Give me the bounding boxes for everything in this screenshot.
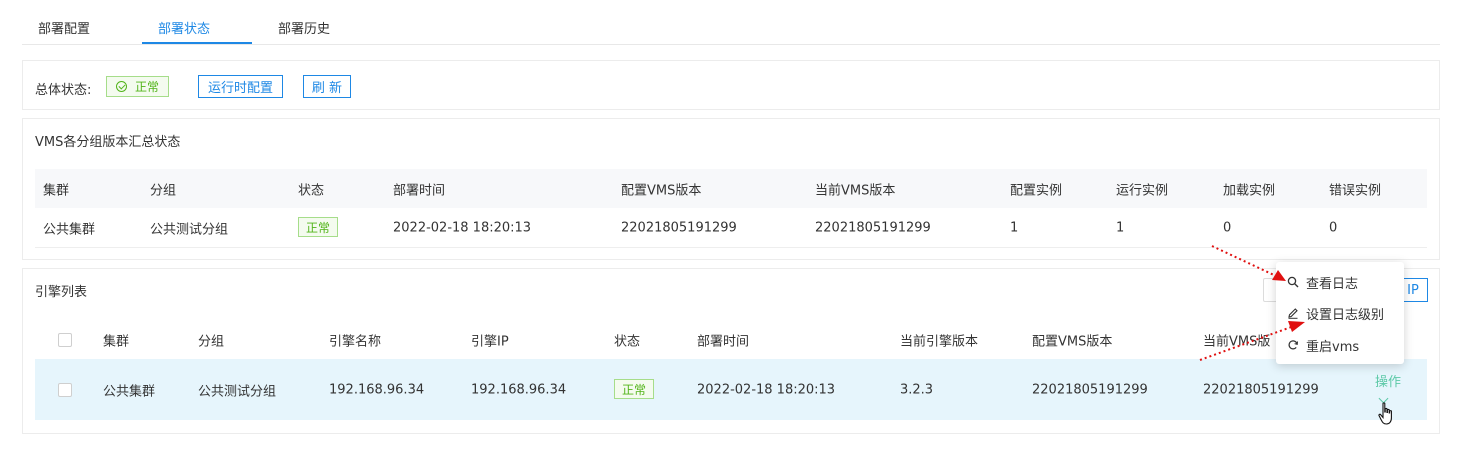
config-vms-cell: 22021805191299 — [1032, 382, 1148, 397]
hand-cursor-icon — [1378, 402, 1392, 425]
vms-summary-panel: VMS各分组版本汇总状态 集群 分组 状态 部署时间 配置VMS版本 当前VMS… — [22, 118, 1440, 260]
group-cell: 公共测试分组 — [150, 222, 229, 237]
table-row: 公共集群 公共测试分组 正常 2022-02-18 18:20:13 22021… — [35, 208, 1427, 248]
menu-item-restart-vms[interactable]: 重启vms — [1276, 329, 1404, 361]
deploy-time-cell: 2022-02-18 18:20:13 — [393, 220, 532, 235]
loaded-instances-cell: 0 — [1223, 220, 1232, 235]
engine-name-cell: 192.168.96.34 — [329, 382, 425, 397]
status-text: 正常 — [621, 382, 646, 397]
engine-ip-cell: 192.168.96.34 — [471, 382, 567, 397]
group-cell: 公共测试分组 — [198, 384, 277, 399]
status-text: 正常 — [305, 220, 330, 235]
header-cell: 状态 — [298, 183, 325, 198]
tab-deploy-config[interactable]: 部署配置 — [38, 18, 90, 37]
refresh-icon — [1286, 339, 1300, 351]
header-cell: 加载实例 — [1223, 183, 1276, 198]
row-checkbox[interactable] — [58, 382, 72, 397]
cluster-cell: 公共集群 — [43, 222, 96, 237]
engine-version-cell: 3.2.3 — [900, 382, 934, 397]
overall-status-label: 总体状态: — [35, 83, 92, 98]
header-cell: 集群 — [43, 183, 70, 198]
refresh-button[interactable]: 刷 新 — [303, 75, 351, 98]
overall-status-badge: 正常 — [106, 76, 169, 97]
tab-bar: 部署配置 部署状态 部署历史 — [22, 0, 1440, 45]
menu-item-label: 重启vms — [1306, 339, 1360, 355]
header-cell: 状态 — [614, 334, 641, 350]
menu-item-label: 查看日志 — [1306, 276, 1359, 292]
header-cell: 当前VMS版本 — [815, 183, 896, 198]
engine-list-title: 引擎列表 — [35, 285, 88, 300]
summary-title: VMS各分组版本汇总状态 — [35, 135, 181, 150]
menu-item-label: 设置日志级别 — [1306, 307, 1385, 323]
header-cell: 配置VMS版本 — [1032, 334, 1113, 350]
header-cell: 错误实例 — [1329, 183, 1382, 198]
table-row[interactable]: 公共集群 公共测试分组 192.168.96.34 192.168.96.34 … — [35, 359, 1427, 420]
menu-item-set-log-level[interactable]: 设置日志级别 — [1276, 297, 1404, 329]
error-instances-cell: 0 — [1329, 220, 1338, 235]
header-cell: 当前VMS版 — [1203, 334, 1271, 350]
deploy-time-cell: 2022-02-18 18:20:13 — [697, 382, 836, 397]
header-cell: 引擎名称 — [329, 334, 382, 350]
select-all-checkbox[interactable] — [58, 333, 72, 347]
summary-table-header: 集群 分组 状态 部署时间 配置VMS版本 当前VMS版本 配置实例 运行实例 … — [35, 169, 1427, 208]
engine-list-panel: 引擎列表 IP 集群 分组 引擎名称 引擎IP 状态 部署时间 当前引擎版本 配… — [22, 268, 1440, 434]
overall-status-panel: 总体状态: 正常 运行时配置 刷 新 — [22, 60, 1440, 110]
header-cell: 配置VMS版本 — [621, 183, 702, 198]
header-cell: 部署时间 — [393, 183, 446, 198]
cluster-cell: 公共集群 — [103, 384, 156, 399]
overall-status-text: 正常 — [134, 80, 159, 94]
search-icon — [1286, 276, 1300, 288]
header-cell: 当前引擎版本 — [900, 334, 979, 350]
check-circle-icon — [115, 81, 127, 92]
tab-deploy-status[interactable]: 部署状态 — [158, 18, 210, 37]
config-vms-cell: 22021805191299 — [621, 220, 737, 235]
header-cell: 配置实例 — [1010, 183, 1063, 198]
header-cell: 集群 — [103, 334, 130, 350]
action-dropdown-menu: 查看日志 设置日志级别 重启vms — [1276, 262, 1404, 364]
tab-deploy-history[interactable]: 部署历史 — [278, 18, 330, 37]
header-cell: 部署时间 — [697, 334, 750, 350]
running-instances-cell: 1 — [1116, 220, 1125, 235]
edit-icon — [1286, 307, 1300, 319]
status-badge: 正常 — [298, 217, 338, 237]
config-instances-cell: 1 — [1010, 220, 1019, 235]
current-vms-cell: 22021805191299 — [1203, 382, 1319, 397]
header-cell: 引擎IP — [471, 334, 509, 350]
action-dropdown-link[interactable]: 操作 — [1375, 371, 1401, 390]
active-tab-indicator — [142, 42, 252, 44]
status-badge: 正常 — [614, 379, 654, 399]
runtime-config-button[interactable]: 运行时配置 — [198, 75, 283, 98]
header-cell: 分组 — [150, 183, 177, 198]
header-cell: 运行实例 — [1116, 183, 1169, 198]
current-vms-cell: 22021805191299 — [815, 220, 931, 235]
header-cell: 分组 — [198, 334, 225, 350]
engine-table-header: 集群 分组 引擎名称 引擎IP 状态 部署时间 当前引擎版本 配置VMS版本 当… — [35, 321, 1427, 359]
menu-item-view-log[interactable]: 查看日志 — [1276, 266, 1404, 298]
